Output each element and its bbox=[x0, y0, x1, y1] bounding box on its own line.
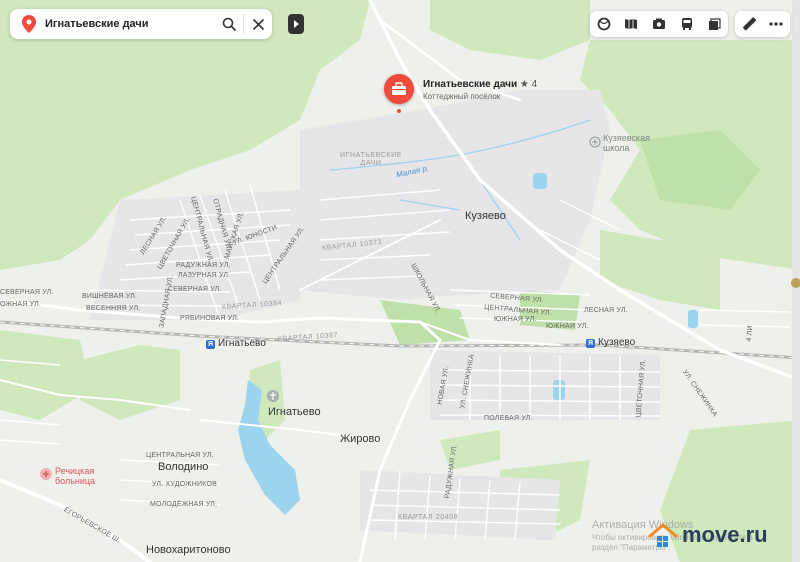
place-ignatyevo[interactable]: Игнатьево bbox=[268, 407, 321, 418]
search-input[interactable]: Игнатьевские дачи bbox=[45, 18, 215, 30]
street-v4: 4 ЛИ bbox=[745, 325, 755, 342]
area-ignatyevskie-dachi: ИГНАТЬЕВСКИЕ ДАЧИ bbox=[340, 152, 403, 168]
place-novokharitonovo[interactable]: Новохаритоново bbox=[146, 545, 231, 556]
street-raduzhnaya: РАДУЖНАЯ УЛ. bbox=[176, 262, 231, 269]
tools-toolbar bbox=[735, 11, 790, 37]
location-pin-icon bbox=[18, 11, 40, 37]
marker-anchor bbox=[397, 109, 401, 113]
poi-school[interactable]: Кузяевская школа bbox=[603, 133, 650, 154]
place-marker[interactable] bbox=[384, 74, 414, 104]
street-tsentralnaya-4: ЦЕНТРАЛЬНАЯ УЛ. bbox=[146, 452, 214, 459]
move-ru-logo[interactable]: move.ru bbox=[648, 522, 768, 548]
close-icon[interactable] bbox=[244, 10, 272, 38]
chevron-right-icon bbox=[294, 20, 299, 28]
church-icon[interactable] bbox=[267, 390, 279, 402]
street-lazurnaya: ЛАЗУРНАЯ УЛ. bbox=[178, 272, 231, 279]
district-20408: КВАРТАЛ 20408 bbox=[398, 514, 459, 521]
street-severnaya-3: СЕВЕРНАЯ УЛ. bbox=[0, 289, 54, 296]
map-layers-toolbar bbox=[590, 11, 728, 37]
collapse-panel-button[interactable] bbox=[288, 14, 304, 34]
brand-name: move.ru bbox=[682, 522, 768, 547]
marker-title[interactable]: Игнатьевские дачи ★ 4 bbox=[423, 79, 537, 90]
street-molodezhnaya: МОЛОДЁЖНАЯ УЛ. bbox=[150, 501, 218, 508]
train-icon: Я bbox=[586, 338, 595, 348]
street-yuzhnaya-2: ЮЖНАЯ УЛ. bbox=[546, 323, 589, 330]
layers-icon[interactable] bbox=[593, 13, 615, 35]
poi-hospital[interactable]: Речицкая больница bbox=[55, 466, 95, 487]
train-icon: Я bbox=[206, 339, 215, 349]
briefcase-icon bbox=[392, 82, 406, 95]
marker-subtitle: Коттеджный посёлок bbox=[423, 92, 501, 101]
stack-icon[interactable] bbox=[703, 13, 725, 35]
street-severnaya: СЕВЕРНАЯ УЛ. bbox=[168, 286, 222, 293]
marker-title-text: Игнатьевские дачи bbox=[423, 79, 518, 90]
street-ryabinovaya: РЯБИНОВАЯ УЛ. bbox=[180, 315, 240, 322]
street-yuzhnaya: ЮЖНАЯ УЛ. bbox=[494, 316, 537, 323]
house-logo-icon bbox=[648, 523, 678, 547]
marker-rating: ★ 4 bbox=[519, 79, 538, 90]
place-zhirovo[interactable]: Жирово bbox=[340, 434, 380, 445]
street-khudozhnikov: УЛ. ХУДОЖНИКОВ bbox=[152, 481, 217, 488]
street-ozhnaya: ОЖНАЯ УЛ. bbox=[0, 301, 42, 308]
place-volodino[interactable]: Володино bbox=[158, 462, 208, 473]
street-vishnevaya: ВИШНЁВАЯ УЛ. bbox=[82, 293, 138, 300]
bus-icon[interactable] bbox=[676, 13, 698, 35]
ruler-icon[interactable] bbox=[738, 13, 760, 35]
street-polevaya: ПОЛЕВАЯ УЛ. bbox=[484, 415, 533, 422]
search-panel: Игнатьевские дачи bbox=[10, 9, 272, 39]
station-kuzyaevo[interactable]: Я Кузяево bbox=[586, 338, 635, 348]
map-book-icon[interactable] bbox=[620, 13, 642, 35]
station-ignatyevo[interactable]: Я Игнатьево bbox=[206, 339, 266, 349]
place-kuzyaevo[interactable]: Кузяево bbox=[465, 211, 506, 222]
more-icon[interactable] bbox=[765, 13, 787, 35]
street-vesennyaya: ВЕСЕННЯЯ УЛ. bbox=[86, 305, 141, 312]
search-icon[interactable] bbox=[215, 10, 243, 38]
photo-icon[interactable] bbox=[648, 13, 670, 35]
hospital-icon[interactable] bbox=[40, 468, 52, 480]
street-lesnaya-2: ЛЕСНАЯ УЛ. bbox=[584, 307, 628, 314]
